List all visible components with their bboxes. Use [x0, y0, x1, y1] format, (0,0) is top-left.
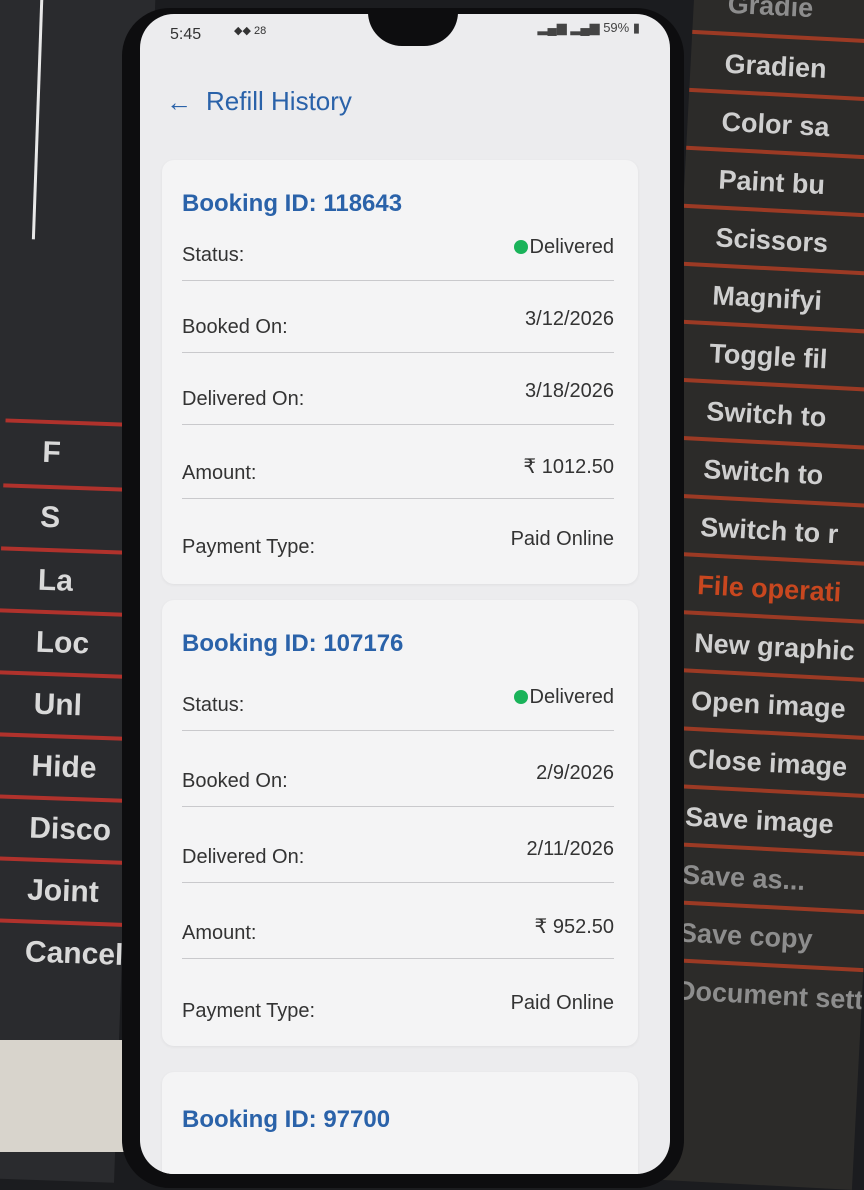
status-value: Delivered [513, 686, 614, 709]
delivered-on-value: 3/18/2026 [525, 380, 614, 402]
app-header: ← Refill History [166, 86, 352, 117]
booked-on-label: Booked On: [182, 316, 288, 338]
left-sheet-row: Cancel [0, 918, 124, 981]
left-sheet-row: S [1, 483, 139, 547]
delivered-on-label: Delivered On: [182, 846, 305, 868]
left-sheet-row: Joint [0, 856, 126, 919]
delivered-on-value: 2/11/2026 [526, 838, 615, 860]
status-row: Status: Delivered [182, 686, 614, 731]
payment-type-label: Payment Type: [182, 1000, 316, 1022]
amount-label: Amount: [182, 462, 257, 484]
payment-type-value: Paid Online [510, 528, 614, 550]
status-dot-icon [513, 690, 528, 704]
booking-card[interactable]: Booking ID: 118643 Status: Delivered Boo… [162, 160, 638, 584]
booking-id: Booking ID: 97700 [182, 1106, 391, 1133]
status-time: 5:45 [170, 26, 202, 43]
delivered-on-row: Delivered On: 2/11/2026 [182, 838, 614, 883]
amount-value: ₹ 952.50 [534, 916, 614, 938]
amount-label: Amount: [182, 922, 257, 944]
amount-row: Amount: ₹ 1012.50 [182, 454, 614, 499]
signal-icon: ▂▄▆ ▂▄▆ [537, 20, 604, 35]
left-sheet-row: Disco [0, 794, 128, 857]
notification-icons: ◆◆ 28 [234, 24, 266, 37]
left-sheet-row: Loc [0, 608, 134, 672]
booked-on-row: Booked On: 3/12/2026 [182, 308, 614, 353]
date-badge: 28 [253, 25, 267, 37]
arrow-left-icon[interactable]: ← [166, 89, 192, 115]
notification-icon: ◆◆ [234, 25, 251, 37]
battery-icon: ▮ [632, 20, 640, 35]
phone-screen: 5:45 ◆◆ 28 ▂▄▆ ▂▄▆ 59% ▮ ← Refill Histor… [140, 14, 670, 1174]
status-label: Status: [182, 244, 245, 266]
status-right: ▂▄▆ ▂▄▆ 59% ▮ [538, 20, 640, 36]
background-shelf [0, 1040, 140, 1152]
left-sheet-row: F [3, 418, 141, 482]
battery-level: 59% [603, 20, 630, 35]
delivered-on-label: Delivered On: [182, 388, 305, 410]
delivered-on-row: Delivered On: 3/18/2026 [182, 380, 614, 425]
camera-notch [368, 14, 458, 46]
status-value: Delivered [513, 236, 614, 259]
status-row: Status: Delivered [182, 236, 614, 281]
booked-on-value: 2/9/2026 [536, 762, 614, 784]
page-title: Refill History [206, 86, 352, 116]
status-label: Status: [182, 694, 245, 716]
booked-on-value: 3/12/2026 [525, 308, 614, 330]
booking-id: Booking ID: 118643 [182, 190, 403, 217]
status-text: Delivered [529, 686, 614, 708]
left-sheet-row: Unl [0, 670, 132, 733]
status-dot-icon [513, 240, 528, 254]
booking-card[interactable]: Booking ID: 107176 Status: Delivered Boo… [162, 600, 638, 1046]
status-text: Delivered [529, 236, 614, 258]
booked-on-row: Booked On: 2/9/2026 [182, 762, 614, 807]
payment-type-value: Paid Online [510, 992, 614, 1014]
booking-id: Booking ID: 107176 [182, 630, 404, 657]
booking-card[interactable]: Booking ID: 97700 [162, 1072, 638, 1174]
paper-edge [11, 0, 44, 240]
payment-type-label: Payment Type: [182, 536, 316, 558]
left-sheet-row: Hide [0, 732, 130, 795]
left-sheet-row: La [0, 546, 137, 610]
payment-type-row: Payment Type: Paid Online [182, 528, 614, 572]
amount-row: Amount: ₹ 952.50 [182, 914, 614, 959]
amount-value: ₹ 1012.50 [523, 456, 614, 478]
payment-type-row: Payment Type: Paid Online [182, 992, 614, 1036]
booked-on-label: Booked On: [182, 770, 288, 792]
